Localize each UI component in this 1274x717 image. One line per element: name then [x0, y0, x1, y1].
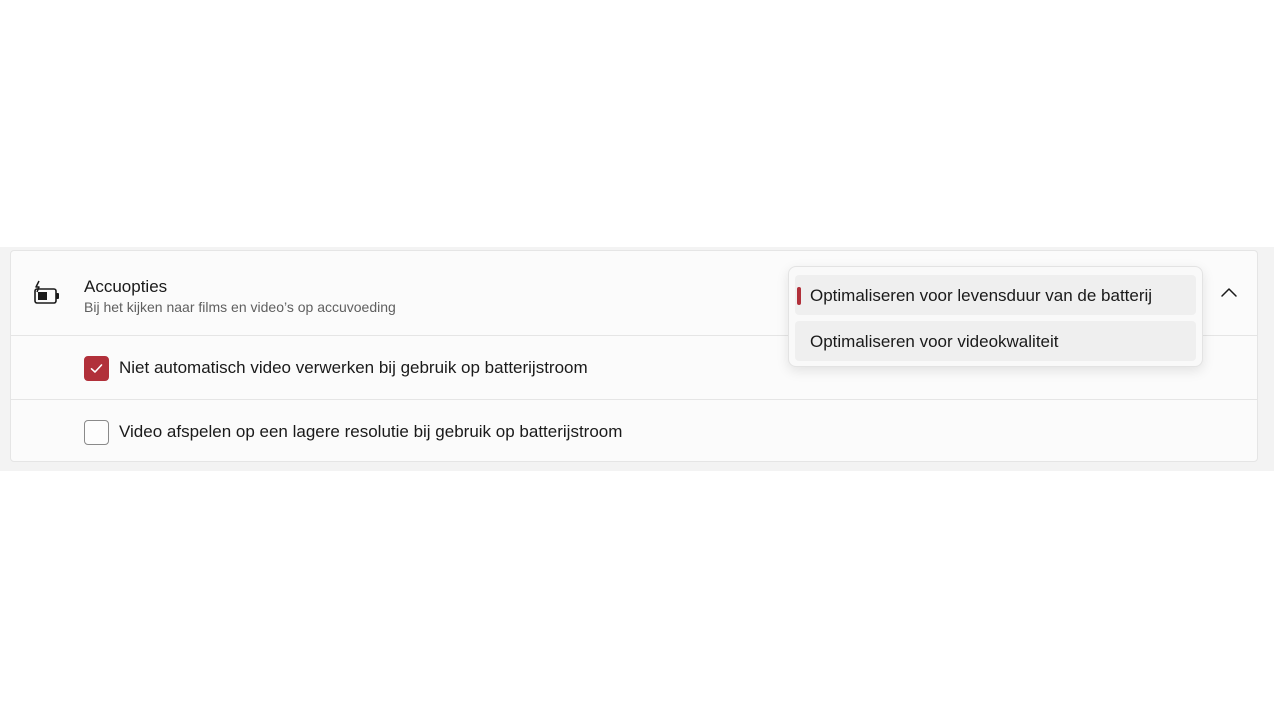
lower-resolution-checkbox[interactable] — [84, 420, 109, 445]
no-auto-video-processing-label[interactable]: Niet automatisch video verwerken bij geb… — [119, 358, 588, 378]
option-row-lower-resolution: Video afspelen op een lagere resolutie b… — [11, 400, 1257, 464]
no-auto-video-processing-checkbox[interactable] — [84, 356, 109, 381]
dropdown-item-label: Optimaliseren voor videokwaliteit — [810, 332, 1059, 351]
section-subtitle: Bij het kijken naar films en video’s op … — [84, 299, 396, 315]
lower-resolution-label[interactable]: Video afspelen op een lagere resolutie b… — [119, 422, 622, 442]
battery-saver-icon — [32, 280, 62, 306]
dropdown-item-battery-life[interactable]: Optimaliseren voor levensduur van de bat… — [795, 275, 1196, 315]
battery-optimization-dropdown-menu: Optimaliseren voor levensduur van de bat… — [788, 266, 1203, 367]
selected-indicator — [797, 287, 801, 305]
section-title: Accuopties — [84, 277, 168, 296]
dropdown-item-video-quality[interactable]: Optimaliseren voor videokwaliteit — [795, 321, 1196, 361]
chevron-up-icon[interactable] — [1217, 281, 1241, 305]
dropdown-item-label: Optimaliseren voor levensduur van de bat… — [810, 286, 1153, 305]
